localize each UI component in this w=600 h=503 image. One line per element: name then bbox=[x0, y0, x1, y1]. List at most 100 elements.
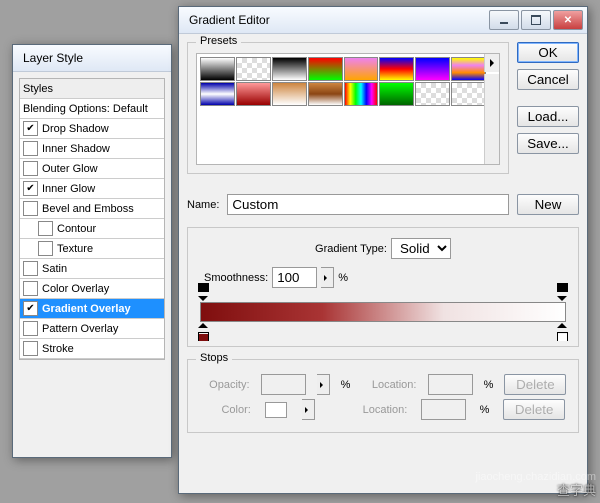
preset-swatch[interactable] bbox=[308, 82, 343, 106]
opacity-input bbox=[261, 374, 306, 395]
layer-style-window: Layer Style Styles Blending Options: Def… bbox=[12, 44, 172, 458]
color-location-label: Location: bbox=[352, 404, 407, 416]
preset-swatch[interactable] bbox=[451, 82, 486, 106]
style-row-bevel-and-emboss[interactable]: Bevel and Emboss bbox=[20, 199, 164, 219]
percent-label: % bbox=[338, 272, 348, 284]
style-checkbox[interactable] bbox=[23, 161, 38, 176]
style-row-pattern-overlay[interactable]: Pattern Overlay bbox=[20, 319, 164, 339]
ok-button[interactable]: OK bbox=[517, 42, 579, 63]
style-row-outer-glow[interactable]: Outer Glow bbox=[20, 159, 164, 179]
gradient-settings-fieldset: Gradient Type: Solid Smoothness: % bbox=[187, 227, 579, 347]
close-button[interactable] bbox=[553, 10, 583, 30]
layer-style-titlebar: Layer Style bbox=[13, 45, 171, 72]
preset-swatch[interactable] bbox=[200, 57, 235, 81]
blending-options-row[interactable]: Blending Options: Default bbox=[20, 99, 164, 119]
presets-legend: Presets bbox=[196, 35, 241, 47]
name-label: Name: bbox=[187, 199, 219, 211]
style-row-stroke[interactable]: Stroke bbox=[20, 339, 164, 359]
opacity-delete-button: Delete bbox=[504, 374, 566, 395]
style-label: Satin bbox=[42, 263, 67, 275]
style-label: Bevel and Emboss bbox=[42, 203, 134, 215]
save-button[interactable]: Save... bbox=[517, 133, 579, 154]
style-checkbox[interactable] bbox=[23, 321, 38, 336]
style-label: Inner Shadow bbox=[42, 143, 110, 155]
load-button[interactable]: Load... bbox=[517, 106, 579, 127]
preset-swatch[interactable] bbox=[272, 82, 307, 106]
style-checkbox[interactable] bbox=[23, 141, 38, 156]
style-checkbox[interactable] bbox=[38, 241, 53, 256]
preset-swatch[interactable] bbox=[272, 57, 307, 81]
style-row-contour[interactable]: Contour bbox=[20, 219, 164, 239]
dialog-buttons: OK Cancel Load... Save... bbox=[517, 42, 579, 186]
style-row-gradient-overlay[interactable]: Gradient Overlay bbox=[20, 299, 164, 319]
style-label: Color Overlay bbox=[42, 283, 109, 295]
presets-scrollbar[interactable] bbox=[484, 74, 499, 164]
color-label: Color: bbox=[201, 404, 251, 416]
color-stop-right[interactable] bbox=[557, 322, 568, 333]
opacity-stop-left[interactable] bbox=[198, 291, 209, 302]
gradient-editor-titlebar: Gradient Editor bbox=[179, 7, 587, 34]
preset-swatch[interactable] bbox=[344, 57, 379, 81]
opacity-label: Opacity: bbox=[200, 379, 250, 391]
style-checkbox[interactable] bbox=[23, 281, 38, 296]
preset-swatch[interactable] bbox=[236, 57, 271, 81]
preset-swatch[interactable] bbox=[379, 82, 414, 106]
style-label: Inner Glow bbox=[42, 183, 95, 195]
presets-menu-icon[interactable] bbox=[484, 54, 499, 72]
smoothness-spinner[interactable] bbox=[321, 267, 334, 288]
gradient-preview-bar[interactable] bbox=[200, 302, 566, 322]
opacity-stop-right[interactable] bbox=[557, 291, 568, 302]
style-row-drop-shadow[interactable]: Drop Shadow bbox=[20, 119, 164, 139]
preset-swatch[interactable] bbox=[344, 82, 379, 106]
style-label: Contour bbox=[57, 223, 96, 235]
name-input[interactable] bbox=[227, 194, 509, 215]
cancel-button[interactable]: Cancel bbox=[517, 69, 579, 90]
color-delete-button: Delete bbox=[503, 399, 565, 420]
style-checkbox[interactable] bbox=[23, 261, 38, 276]
style-checkbox[interactable] bbox=[38, 221, 53, 236]
presets-panel bbox=[196, 53, 500, 165]
style-checkbox[interactable] bbox=[23, 201, 38, 216]
stops-fieldset: Stops Opacity: % Location: % Delete Colo… bbox=[187, 359, 579, 433]
style-label: Gradient Overlay bbox=[42, 303, 131, 315]
new-button[interactable]: New bbox=[517, 194, 579, 215]
style-label: Drop Shadow bbox=[42, 123, 109, 135]
smoothness-label: Smoothness: bbox=[204, 272, 268, 284]
stops-legend: Stops bbox=[196, 352, 232, 364]
style-label: Pattern Overlay bbox=[42, 323, 118, 335]
style-row-texture[interactable]: Texture bbox=[20, 239, 164, 259]
style-row-color-overlay[interactable]: Color Overlay bbox=[20, 279, 164, 299]
layer-style-title: Layer Style bbox=[17, 51, 167, 65]
color-location-input bbox=[421, 399, 466, 420]
gradient-type-select[interactable]: Solid bbox=[391, 238, 451, 259]
preset-swatch[interactable] bbox=[451, 57, 486, 81]
color-stop-left[interactable] bbox=[198, 322, 209, 333]
style-label: Outer Glow bbox=[42, 163, 98, 175]
style-label: Stroke bbox=[42, 343, 74, 355]
style-checkbox[interactable] bbox=[23, 301, 38, 316]
preset-swatch[interactable] bbox=[415, 82, 450, 106]
style-checkbox[interactable] bbox=[23, 181, 38, 196]
style-label: Texture bbox=[57, 243, 93, 255]
style-row-satin[interactable]: Satin bbox=[20, 259, 164, 279]
smoothness-input[interactable] bbox=[272, 267, 317, 288]
preset-swatch[interactable] bbox=[379, 57, 414, 81]
gradient-editor-title: Gradient Editor bbox=[183, 13, 487, 27]
presets-fieldset: Presets bbox=[187, 42, 509, 174]
style-checkbox[interactable] bbox=[23, 341, 38, 356]
maximize-button[interactable] bbox=[521, 10, 551, 30]
styles-table: Styles Blending Options: Default Drop Sh… bbox=[19, 78, 165, 360]
preset-swatch[interactable] bbox=[415, 57, 450, 81]
gradient-type-label: Gradient Type: bbox=[315, 243, 387, 255]
style-row-inner-shadow[interactable]: Inner Shadow bbox=[20, 139, 164, 159]
preset-swatch[interactable] bbox=[200, 82, 235, 106]
minimize-button[interactable] bbox=[489, 10, 519, 30]
style-checkbox[interactable] bbox=[23, 121, 38, 136]
opacity-location-input bbox=[428, 374, 473, 395]
preset-swatch[interactable] bbox=[308, 57, 343, 81]
opacity-location-label: Location: bbox=[361, 379, 416, 391]
style-row-inner-glow[interactable]: Inner Glow bbox=[20, 179, 164, 199]
styles-header[interactable]: Styles bbox=[20, 79, 164, 99]
preset-swatch[interactable] bbox=[236, 82, 271, 106]
watermark-main: 查字典 bbox=[557, 480, 596, 499]
